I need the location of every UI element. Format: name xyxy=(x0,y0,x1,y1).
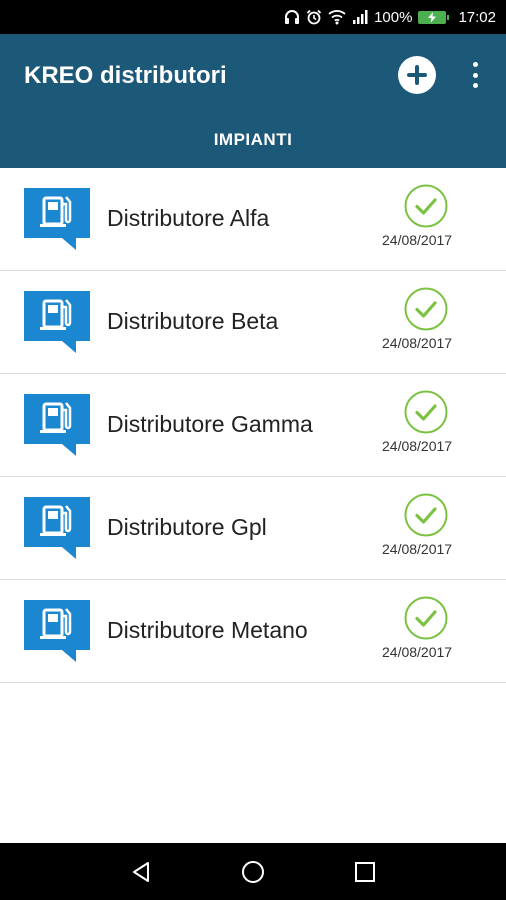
check-circle-icon xyxy=(404,184,448,228)
fuel-pump-icon xyxy=(24,394,90,456)
more-vert-icon xyxy=(472,62,478,67)
tab-impianti[interactable]: IMPIANTI xyxy=(0,122,506,168)
add-icon xyxy=(407,65,427,85)
clock: 17:02 xyxy=(458,8,496,26)
battery-icon xyxy=(418,10,450,24)
fuel-pump-icon xyxy=(24,600,90,662)
list-item[interactable]: Distributore Gpl 24/08/2017 xyxy=(0,477,506,580)
check-circle-icon xyxy=(404,287,448,331)
check-circle-icon xyxy=(404,390,448,434)
fuel-pump-icon xyxy=(24,497,90,559)
distributor-name: Distributore Alfa xyxy=(107,205,270,231)
fuel-pump-icon xyxy=(24,291,90,353)
app-title: KREO distributori xyxy=(24,62,227,89)
recents-icon xyxy=(355,862,375,882)
add-button[interactable] xyxy=(398,56,436,94)
last-update-date: 24/08/2017 xyxy=(382,644,453,660)
distributor-name: Distributore Beta xyxy=(107,308,279,334)
back-icon xyxy=(133,862,149,882)
fuel-pump-icon xyxy=(24,188,90,250)
wifi-icon xyxy=(328,9,346,25)
home-button[interactable] xyxy=(238,857,268,887)
back-button[interactable] xyxy=(126,857,156,887)
distributor-list: Distributore Alfa 24/08/2017 Distributore … xyxy=(0,168,506,683)
list-item[interactable]: Distributore Beta 24/08/2017 xyxy=(0,271,506,374)
battery-percent: 100% xyxy=(374,8,413,26)
last-update-date: 24/08/2017 xyxy=(382,541,453,557)
alarm-icon xyxy=(306,9,322,25)
distributor-name: Distributore Gamma xyxy=(107,411,313,437)
list-item[interactable]: Distributore Metano 24/08/2017 xyxy=(0,580,506,683)
recents-button[interactable] xyxy=(350,857,380,887)
screen: 100% 17:02 KREO distributori IMPIANTI Di… xyxy=(0,0,506,900)
status-bar: 100% 17:02 xyxy=(0,0,506,34)
distributor-name: Distributore Gpl xyxy=(107,514,267,540)
home-icon xyxy=(242,861,264,883)
more-vert-dot xyxy=(472,83,478,88)
check-circle-icon xyxy=(404,493,448,537)
navigation-bar xyxy=(0,843,506,900)
last-update-date: 24/08/2017 xyxy=(382,335,453,351)
signal-icon xyxy=(352,9,368,25)
app-bar: KREO distributori IMPIANTI xyxy=(0,34,506,168)
list-item[interactable]: Distributore Alfa 24/08/2017 xyxy=(0,168,506,271)
last-update-date: 24/08/2017 xyxy=(382,438,453,454)
list-item[interactable]: Distributore Gamma 24/08/2017 xyxy=(0,374,506,477)
headset-icon xyxy=(284,9,300,25)
distributor-name: Distributore Metano xyxy=(107,617,308,643)
more-vert-dot xyxy=(472,72,478,78)
last-update-date: 24/08/2017 xyxy=(382,232,453,248)
check-circle-icon xyxy=(404,596,448,640)
more-options-button[interactable] xyxy=(466,60,484,90)
tab-label: IMPIANTI xyxy=(213,130,293,149)
